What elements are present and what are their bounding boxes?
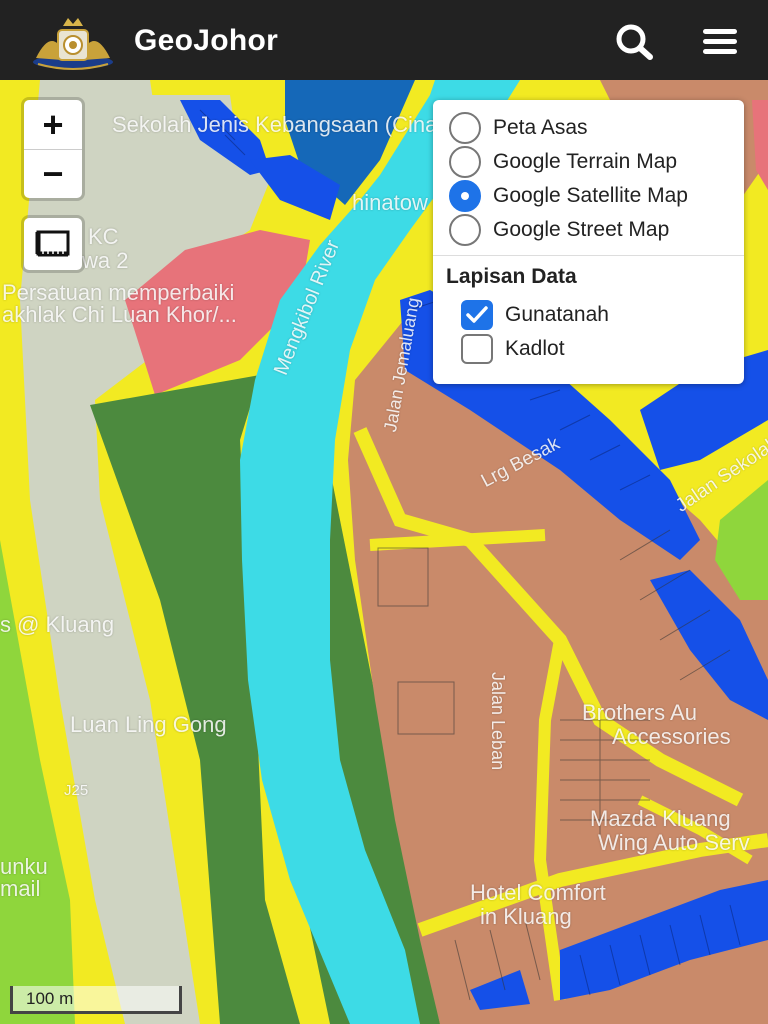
basemap-label: Google Street Map bbox=[493, 218, 670, 241]
map-label-akhlak: akhlak Chi Luan Khor/... bbox=[2, 302, 237, 327]
radio-peta-asas[interactable] bbox=[449, 112, 481, 144]
map-label-school: Sekolah Jenis Kebangsaan (Cina)... bbox=[112, 112, 463, 137]
data-layers-heading: Lapisan Data bbox=[446, 265, 577, 288]
basemap-label: Google Satellite Map bbox=[493, 184, 688, 207]
map-label-luan-ling-gong: Luan Ling Gong bbox=[70, 712, 227, 737]
checkbox-gunatanah[interactable] bbox=[461, 300, 493, 330]
radio-google-satellite[interactable] bbox=[449, 180, 481, 212]
data-layer-kadlot[interactable]: Kadlot bbox=[461, 332, 565, 366]
radio-google-street[interactable] bbox=[449, 214, 481, 246]
scale-label: 100 m bbox=[26, 989, 74, 1008]
app-header: GeoJohor bbox=[0, 0, 768, 80]
zoom-control: + − bbox=[24, 100, 82, 198]
map-label-jalan-leban: Jalan Leban bbox=[488, 672, 508, 771]
johor-crest-logo[interactable] bbox=[28, 14, 118, 72]
map-label-mazda: Mazda Kluang bbox=[590, 806, 731, 831]
map-label-chinatown: hinatow bbox=[352, 190, 428, 215]
panel-divider bbox=[433, 255, 744, 256]
basemap-option-google-terrain[interactable]: Google Terrain Map bbox=[449, 145, 677, 179]
measure-button[interactable] bbox=[24, 218, 82, 270]
data-layer-label: Kadlot bbox=[505, 337, 565, 360]
map-label-hotel: Hotel Comfort bbox=[470, 880, 606, 905]
search-icon[interactable] bbox=[610, 20, 658, 64]
scale-bar: 100 m bbox=[10, 986, 182, 1014]
map-label-kluang: s @ Kluang bbox=[0, 612, 115, 637]
basemap-option-google-satellite[interactable]: Google Satellite Map bbox=[449, 179, 688, 213]
layer-switcher-panel: Peta Asas Google Terrain Map Google Sate… bbox=[433, 100, 744, 384]
basemap-option-google-street[interactable]: Google Street Map bbox=[449, 213, 669, 247]
ruler-measure-icon bbox=[35, 230, 70, 257]
data-layer-gunatanah[interactable]: Gunatanah bbox=[461, 298, 609, 332]
map-label-j25: J25 bbox=[64, 782, 89, 799]
app-title: GeoJohor bbox=[134, 24, 279, 57]
map-label-wa2: wa 2 bbox=[82, 248, 129, 273]
map-label-kc: KC bbox=[88, 224, 119, 249]
checkbox-kadlot[interactable] bbox=[461, 334, 493, 364]
zoom-out-button[interactable]: − bbox=[24, 149, 82, 198]
map-label-in-kluang: in Kluang bbox=[480, 904, 572, 929]
hamburger-menu-icon[interactable] bbox=[696, 20, 744, 64]
radio-google-terrain[interactable] bbox=[449, 146, 481, 178]
map-label-wing: Wing Auto Serv bbox=[598, 830, 750, 855]
basemap-option-peta-asas[interactable]: Peta Asas bbox=[449, 111, 588, 145]
zoom-in-button[interactable]: + bbox=[24, 100, 82, 149]
data-layer-label: Gunatanah bbox=[505, 303, 609, 326]
map-label-mail: mail bbox=[0, 876, 41, 901]
map-label-brothers: Brothers Au bbox=[582, 700, 697, 725]
map-label-accessories: Accessories bbox=[612, 724, 731, 749]
checkmark-icon bbox=[466, 306, 488, 323]
basemap-label: Peta Asas bbox=[493, 116, 588, 139]
basemap-label: Google Terrain Map bbox=[493, 150, 678, 173]
